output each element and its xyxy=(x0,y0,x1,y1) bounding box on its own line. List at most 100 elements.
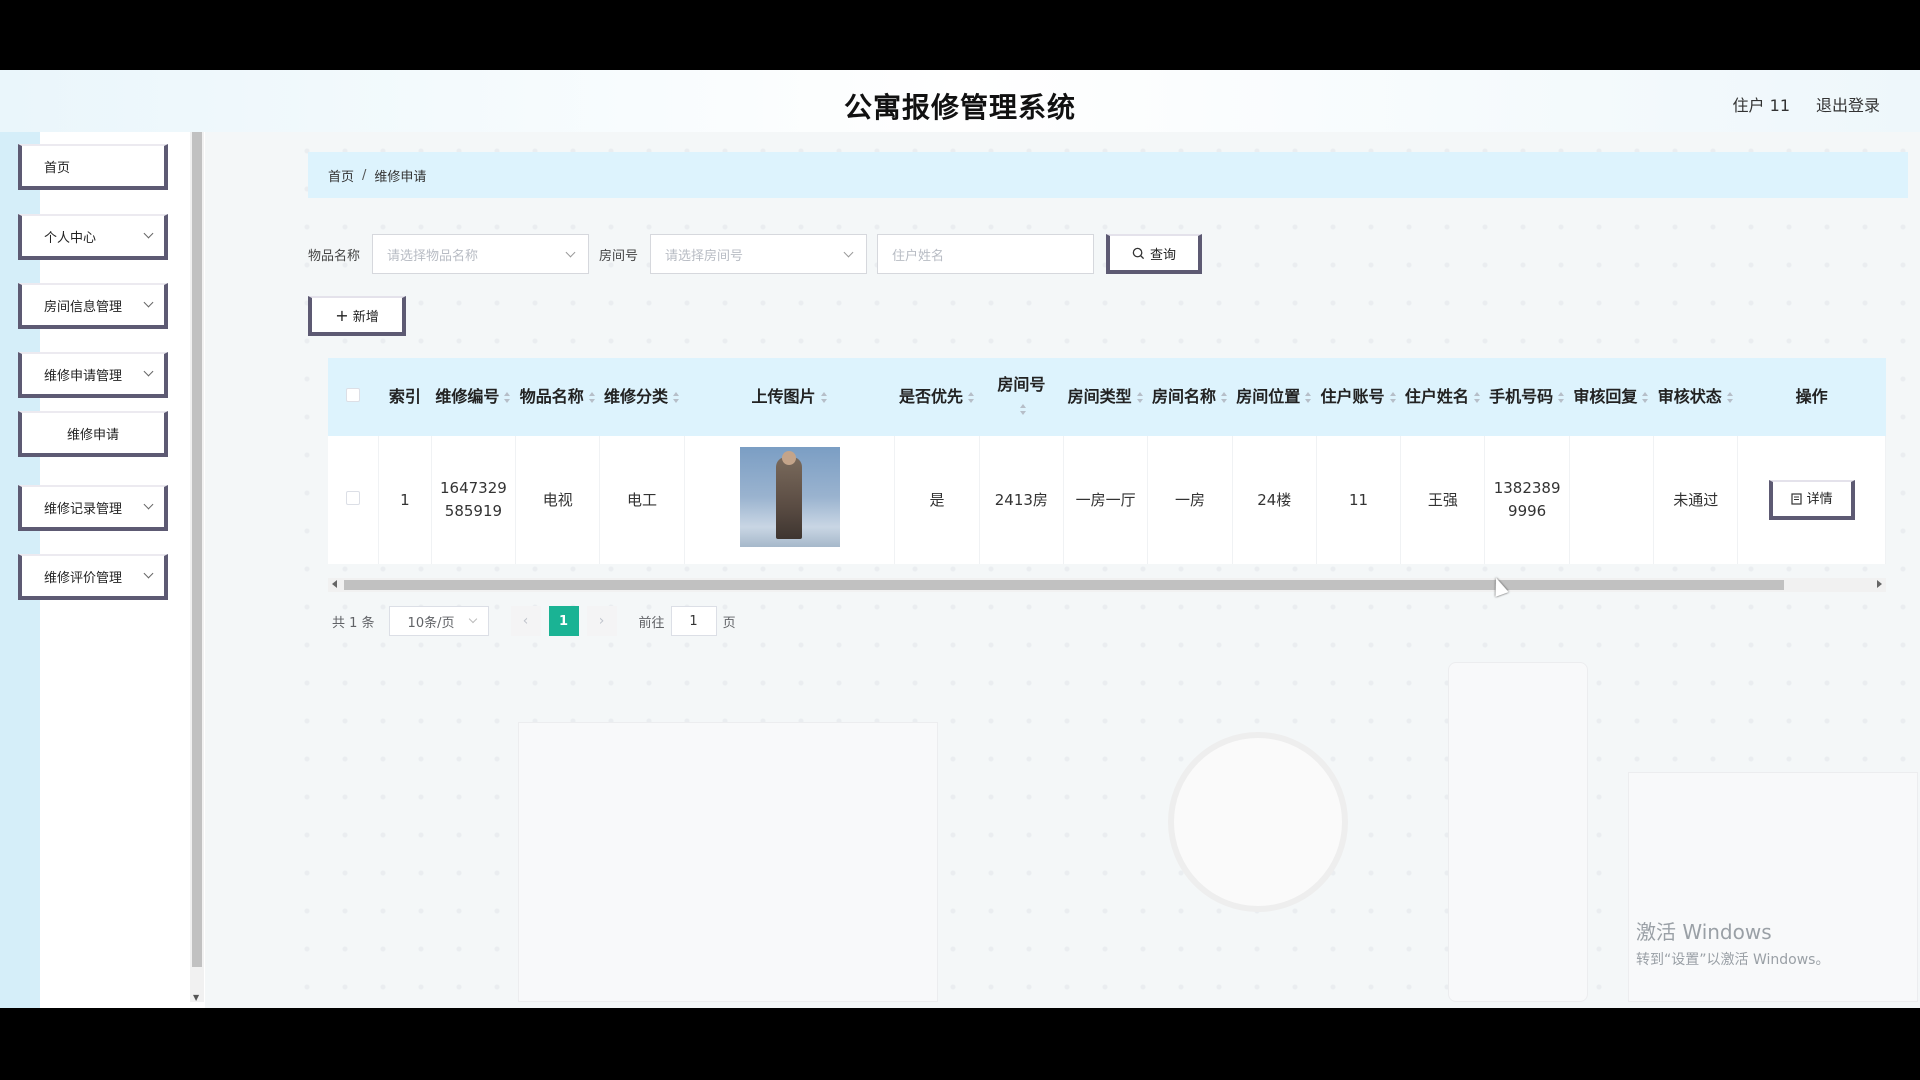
column-header-review-status[interactable]: 审核状态 xyxy=(1653,358,1738,436)
uploaded-image-thumbnail[interactable] xyxy=(739,446,840,547)
cell-room-type: 一房一厅 xyxy=(1063,436,1149,564)
column-header-item-name[interactable]: 物品名称 xyxy=(515,358,600,436)
watermark-line2: 转到“设置”以激活 Windows。 xyxy=(1636,952,1830,968)
sidebar-scroll-thumb[interactable] xyxy=(192,132,202,967)
column-header-label: 是否优先 xyxy=(899,387,964,406)
page-size-value: 10条/页 xyxy=(407,615,455,631)
sidebar-item-room-info[interactable]: 房间信息管理 xyxy=(18,283,168,329)
item-name-select[interactable]: 请选择物品名称 xyxy=(372,234,590,274)
chevron-down-icon xyxy=(143,366,154,377)
cell-priority: 是 xyxy=(894,436,980,564)
column-header-account[interactable]: 住户账号 xyxy=(1316,358,1401,436)
sort-icon[interactable] xyxy=(1641,391,1649,404)
cell-phone: 13823899996 xyxy=(1484,436,1570,564)
detail-button[interactable]: 详情 xyxy=(1768,480,1855,520)
sort-icon[interactable] xyxy=(1473,391,1481,404)
row-checkbox[interactable] xyxy=(346,490,361,505)
breadcrumb-current: 维修申请 xyxy=(374,169,427,185)
sort-icon[interactable] xyxy=(503,391,511,404)
query-button[interactable]: 查询 xyxy=(1106,234,1203,274)
table-row: 1 1647329585919 电视 电工 是 2413房 一房一厅 一房 24… xyxy=(328,436,1886,564)
sidebar-item-repair-request-mgmt[interactable]: 维修申请管理 xyxy=(18,352,168,398)
cell-room-name: 一房 xyxy=(1147,436,1233,564)
main-content: 首页 / 维修申请 物品名称 请选择物品名称 房间号 请选择房间号 住户姓名 查… xyxy=(288,132,1920,1008)
column-header-resident-name[interactable]: 住户姓名 xyxy=(1400,358,1485,436)
sort-icon[interactable] xyxy=(1136,391,1144,404)
sidebar-scrollbar[interactable]: ▼ xyxy=(190,132,204,1002)
chevron-down-icon xyxy=(843,247,854,258)
sort-icon[interactable] xyxy=(1557,391,1565,404)
table-scroll-thumb[interactable] xyxy=(344,580,1784,590)
chevron-down-icon xyxy=(565,247,576,258)
column-header-label: 房间名称 xyxy=(1151,387,1216,406)
sidebar-item-label: 首页 xyxy=(44,160,71,176)
cell-room-no: 2413房 xyxy=(979,436,1065,564)
filter-bar: 物品名称 请选择物品名称 房间号 请选择房间号 住户姓名 查询 xyxy=(308,234,1203,274)
column-header-label: 房间位置 xyxy=(1236,387,1301,406)
scroll-right-arrow-icon[interactable] xyxy=(1877,580,1882,588)
resident-name-placeholder: 住户姓名 xyxy=(892,248,945,264)
column-header-room-name[interactable]: 房间名称 xyxy=(1147,358,1233,436)
sidebar-item-label: 维修评价管理 xyxy=(44,570,123,586)
sidebar-item-repair-review[interactable]: 维修评价管理 xyxy=(18,554,168,600)
sort-icon[interactable] xyxy=(588,391,596,404)
table-horizontal-scrollbar[interactable] xyxy=(328,578,1886,592)
top-header: 公寓报修管理系统 住户 11 退出登录 xyxy=(0,70,1920,132)
column-header-room-type[interactable]: 房间类型 xyxy=(1063,358,1148,436)
document-icon xyxy=(1791,493,1802,505)
app-window: 公寓报修管理系统 住户 11 退出登录 首页 个人中心 房间信息管理 维修申请管… xyxy=(0,70,1920,1008)
chevron-down-icon xyxy=(143,568,154,579)
column-header-label: 手机号码 xyxy=(1489,387,1554,406)
resident-name-input[interactable]: 住户姓名 xyxy=(877,234,1095,274)
cell-review-status: 未通过 xyxy=(1653,436,1739,564)
next-page-button[interactable]: › xyxy=(586,606,617,636)
scroll-down-arrow-icon[interactable]: ▼ xyxy=(193,993,199,1002)
cell-review-reply xyxy=(1569,436,1655,564)
sort-icon[interactable] xyxy=(672,391,680,404)
room-no-select[interactable]: 请选择房间号 xyxy=(650,234,868,274)
column-header-repair-no[interactable]: 维修编号 xyxy=(431,358,516,436)
sort-icon[interactable] xyxy=(820,391,828,404)
column-header-label: 住户姓名 xyxy=(1404,387,1469,406)
cell-index: 1 xyxy=(378,436,432,564)
select-all-checkbox[interactable] xyxy=(346,388,361,402)
sort-icon[interactable] xyxy=(1220,391,1228,404)
sort-icon[interactable] xyxy=(1726,391,1734,404)
breadcrumb-home[interactable]: 首页 xyxy=(328,166,354,185)
column-header-index: 索引 xyxy=(378,358,432,436)
app-title: 公寓报修管理系统 xyxy=(843,91,1076,124)
column-header-image[interactable]: 上传图片 xyxy=(684,358,895,436)
cell-account: 11 xyxy=(1316,436,1402,564)
sort-icon[interactable] xyxy=(967,391,975,404)
column-header-room-location[interactable]: 房间位置 xyxy=(1232,358,1317,436)
chevron-left-icon: ‹ xyxy=(522,613,529,629)
column-header-priority[interactable]: 是否优先 xyxy=(894,358,980,436)
prev-page-button[interactable]: ‹ xyxy=(510,606,541,636)
windows-activation-watermark: 激活 Windows 转到“设置”以激活 Windows。 xyxy=(1636,916,1829,969)
sidebar-item-repair-record[interactable]: 维修记录管理 xyxy=(18,485,168,531)
page-number-current[interactable]: 1 xyxy=(548,606,579,636)
scroll-left-arrow-icon[interactable] xyxy=(332,580,337,588)
column-header-operation: 操作 xyxy=(1737,358,1886,436)
goto-page-input[interactable]: 1 xyxy=(670,606,717,636)
chevron-down-icon xyxy=(143,499,154,510)
detail-button-label: 详情 xyxy=(1806,491,1833,507)
add-button[interactable]: + 新增 xyxy=(308,296,406,336)
cell-operation: 详情 xyxy=(1737,436,1886,564)
sidebar-item-home[interactable]: 首页 xyxy=(18,144,168,190)
breadcrumb-separator: / xyxy=(362,167,367,183)
column-header-review-reply[interactable]: 审核回复 xyxy=(1569,358,1654,436)
cell-repair-no: 1647329585919 xyxy=(431,436,517,564)
column-header-phone[interactable]: 手机号码 xyxy=(1484,358,1570,436)
sidebar-item-repair-request[interactable]: 维修申请 xyxy=(18,411,168,457)
room-no-label: 房间号 xyxy=(599,248,639,264)
column-header-category[interactable]: 维修分类 xyxy=(599,358,685,436)
select-all-cell xyxy=(328,358,379,436)
sort-icon[interactable] xyxy=(1019,403,1027,416)
sort-icon[interactable] xyxy=(1304,391,1312,404)
column-header-room-no[interactable]: 房间号 xyxy=(979,358,1064,436)
sidebar-item-personal-center[interactable]: 个人中心 xyxy=(18,214,168,260)
logout-link[interactable]: 退出登录 xyxy=(1816,92,1880,116)
sort-icon[interactable] xyxy=(1389,391,1397,404)
page-size-select[interactable]: 10条/页 xyxy=(388,606,489,636)
